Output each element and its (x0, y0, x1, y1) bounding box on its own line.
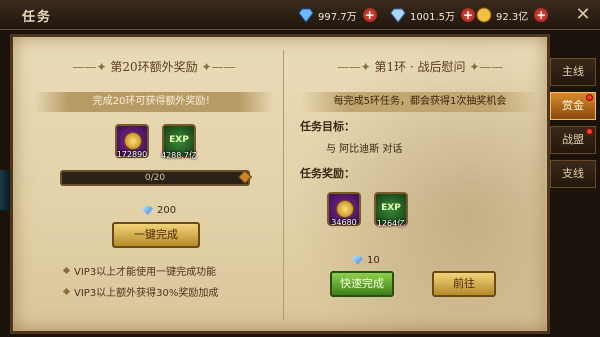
lottery-info-banner: 每完成5环任务，都会获得1次抽奖机会 (300, 92, 540, 112)
diamond-icon (352, 256, 363, 265)
note-vip-bonus: VIP3以上额外获得30%奖励加成 (74, 288, 219, 299)
reward-exp-amount: 4288.7亿 (161, 151, 197, 160)
complete-all-cost-value: 200 (157, 205, 177, 216)
tab-side-quest[interactable]: 支线 (550, 160, 596, 188)
progress-bar: 0/20 (60, 170, 250, 186)
dragon-art (290, 40, 545, 330)
gold-coin-icon (476, 7, 492, 23)
right-section-title: ——✦ 第1环 · 战后慰问 ✦—— (336, 60, 504, 74)
bound-diamond-amount: 1001.5万 (410, 11, 455, 23)
category-tabs: 主线 赏金 战盟 支线 (550, 58, 600, 194)
gold-coin-icon (124, 132, 142, 150)
tab-alliance[interactable]: 战盟 (550, 126, 596, 154)
window-title: 任务 (22, 10, 53, 25)
tab-label: 支线 (562, 167, 584, 180)
tab-main-quest[interactable]: 主线 (550, 58, 596, 86)
quick-complete-cost-value: 10 (367, 255, 380, 266)
gold-coin-icon (336, 200, 354, 218)
task-reward-label: 任务奖励： (300, 167, 355, 180)
bound-diamond-icon (390, 8, 406, 23)
diamond-icon (142, 206, 153, 215)
gold-resource: 92.3亿 + (476, 6, 549, 24)
left-section-title: ——✦ 第20环额外奖励 ✦—— (72, 60, 236, 74)
add-gold-button[interactable]: + (534, 8, 549, 22)
tab-label: 战盟 (562, 133, 584, 146)
complete-all-cost: 200 (142, 205, 176, 216)
note-vip-requirement: VIP3以上才能使用一键完成功能 (74, 267, 217, 278)
exp-icon: EXP (169, 135, 189, 145)
left-edge-decoration (0, 170, 10, 210)
add-diamond-button[interactable]: + (362, 8, 377, 22)
gold-amount: 92.3亿 (496, 11, 529, 23)
complete-all-button[interactable]: 一键完成 (112, 222, 200, 248)
notification-badge (586, 128, 593, 135)
exp-icon: EXP (381, 203, 401, 213)
diamond-resource: 997.7万 + (298, 6, 377, 24)
reward-gold-amount: 172890 (116, 150, 148, 159)
top-bar: 任务 997.7万 + 1001.5万 + 92.3亿 + ✕ (0, 0, 600, 30)
notification-badge (586, 94, 593, 101)
task-reward-exp-amount: 1264亿 (376, 219, 406, 228)
add-bound-diamond-button[interactable]: + (461, 8, 475, 22)
objective-text: 与 阿比迪斯 对话 (326, 144, 403, 155)
quick-complete-button[interactable]: 快速完成 (330, 271, 394, 297)
diamond-icon (298, 8, 314, 23)
task-reward-gold-amount: 34680 (331, 218, 357, 227)
diamond-amount: 997.7万 (318, 11, 357, 23)
tab-label: 赏金 (562, 99, 584, 112)
objective-label: 任务目标： (300, 120, 355, 133)
extra-reward-banner: 完成20环可获得额外奖励！ (34, 92, 274, 112)
panel-divider (283, 50, 284, 320)
go-button[interactable]: 前往 (432, 271, 496, 297)
quick-complete-cost: 10 (352, 255, 380, 266)
tab-bounty[interactable]: 赏金 (550, 92, 596, 120)
progress-text: 0/20 (144, 173, 166, 183)
close-icon[interactable]: ✕ (572, 4, 594, 26)
tab-label: 主线 (562, 65, 584, 78)
bound-diamond-resource: 1001.5万 + (390, 6, 475, 24)
